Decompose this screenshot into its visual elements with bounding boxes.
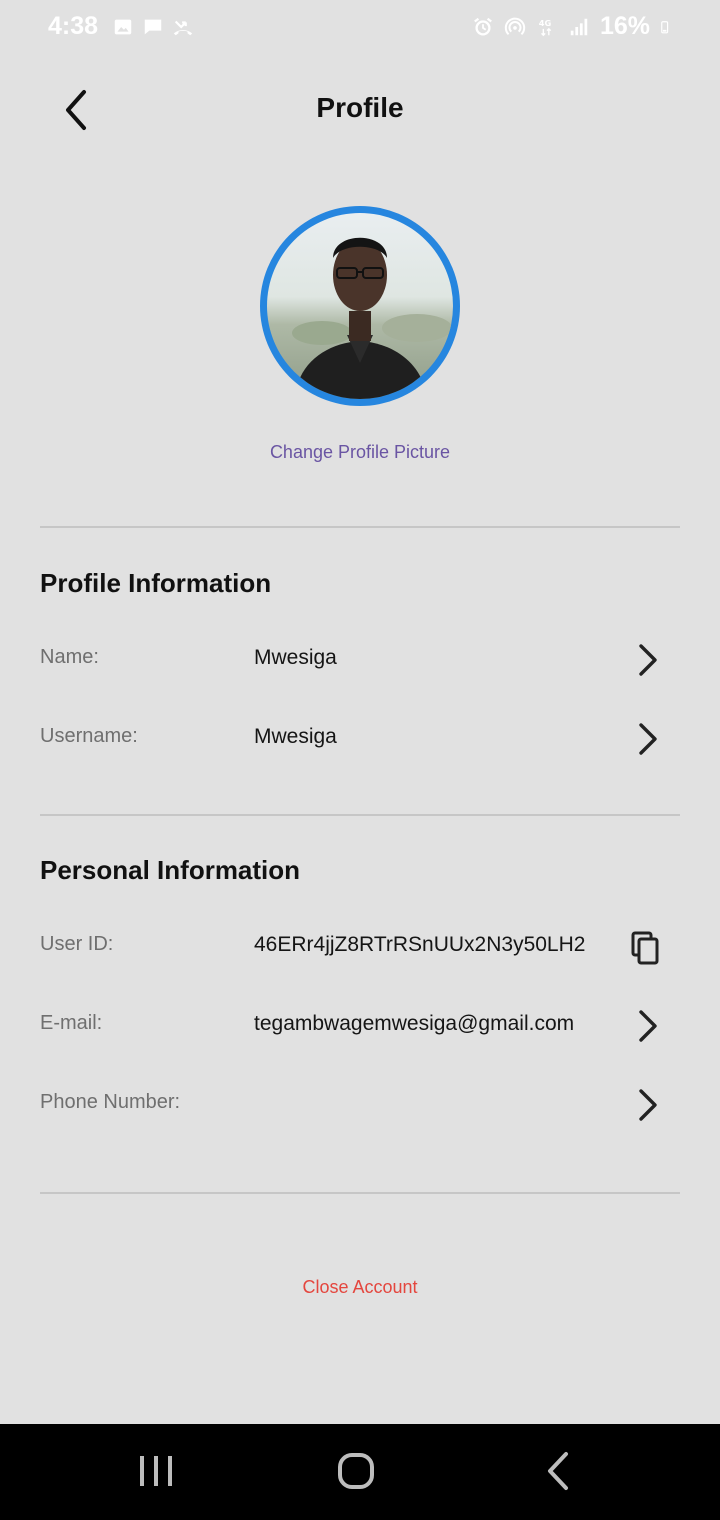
image-icon — [114, 19, 132, 35]
avatar-photo — [267, 213, 453, 399]
home-icon — [338, 1453, 374, 1489]
change-profile-picture-link[interactable]: Change Profile Picture — [0, 442, 720, 463]
page-title: Profile — [316, 92, 404, 123]
home-button[interactable] — [326, 1448, 386, 1496]
status-system-icons: 4G 16% — [472, 12, 674, 41]
battery-icon — [661, 20, 669, 33]
hotspot-icon — [504, 17, 526, 35]
row-email[interactable]: E-mail: tegambwagemwesiga@gmail.com — [40, 998, 680, 1058]
back-icon — [548, 1452, 568, 1490]
alarm-icon — [474, 17, 492, 35]
status-bar: 4:38 4G 16% — [0, 0, 720, 56]
missed-call-icon — [173, 20, 193, 36]
system-nav-bar — [0, 1424, 720, 1520]
row-value: Mwesiga — [254, 725, 337, 748]
divider — [40, 814, 680, 816]
row-label: Username: — [40, 725, 138, 747]
chevron-right-icon — [639, 1089, 657, 1121]
row-name[interactable]: Name: Mwesiga — [40, 632, 680, 692]
row-label: Name: — [40, 646, 99, 668]
section-title-profile-information: Profile Information — [40, 568, 272, 598]
divider — [40, 526, 680, 528]
nav-back-button[interactable] — [530, 1448, 590, 1496]
divider — [40, 1192, 680, 1194]
section-title-personal-information: Personal Information — [40, 855, 301, 885]
chevron-right-icon — [639, 644, 657, 676]
row-phone-number[interactable]: Phone Number: — [40, 1077, 680, 1137]
row-label: E-mail: — [40, 1012, 103, 1034]
chevron-right-icon — [639, 1010, 657, 1042]
row-label: User ID: — [40, 933, 114, 955]
row-label: Phone Number: — [40, 1091, 181, 1113]
copy-icon[interactable] — [628, 927, 662, 967]
message-icon — [144, 19, 162, 35]
network-4g-icon: 4G — [539, 18, 552, 36]
status-notification-icons — [112, 16, 194, 38]
svg-text:4G: 4G — [539, 18, 552, 28]
row-username[interactable]: Username: Mwesiga — [40, 711, 680, 771]
row-value: 46ERr4jjZ8RTrRSnUUx2N3y50LH2 — [254, 933, 586, 956]
profile-avatar[interactable] — [260, 206, 460, 406]
recents-button[interactable] — [126, 1448, 186, 1496]
close-account-button[interactable]: Close Account — [0, 1277, 720, 1298]
row-value: Mwesiga — [254, 646, 337, 669]
status-time: 4:38 — [48, 12, 99, 40]
row-value: tegambwagemwesiga@gmail.com — [254, 1012, 575, 1035]
person-photo-icon — [292, 237, 452, 399]
signal-icon — [570, 18, 588, 35]
row-user-id: User ID: 46ERr4jjZ8RTrRSnUUx2N3y50LH2 — [40, 919, 680, 979]
recents-icon — [140, 1456, 172, 1486]
chevron-right-icon — [639, 723, 657, 755]
battery-percentage: 16% — [599, 12, 650, 40]
